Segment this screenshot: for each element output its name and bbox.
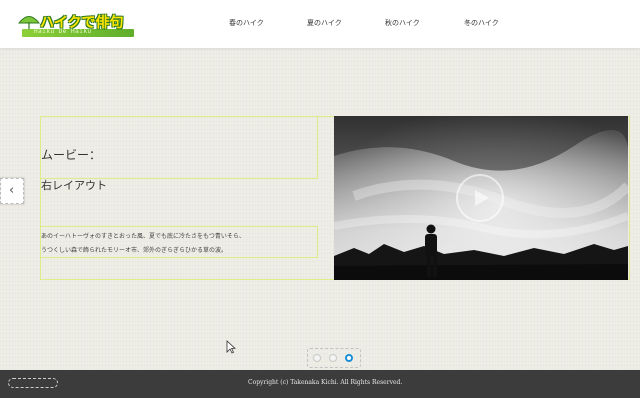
main-nav: 春のハイク 夏のハイク 秋のハイク 冬のハイク xyxy=(210,18,530,32)
footer-pill-button[interactable] xyxy=(8,378,58,388)
nav-item-winter[interactable]: 冬のハイク xyxy=(464,18,499,28)
slide-subtitle: 右レイアウト xyxy=(41,179,107,192)
play-button[interactable] xyxy=(456,174,504,222)
carousel-pagination xyxy=(307,348,361,368)
play-icon xyxy=(475,190,489,206)
slide-description-line: うつくしい森で飾られたモリーオ市、郊外のぎらぎらひかる草の波。 xyxy=(41,247,228,254)
nav-item-spring[interactable]: 春のハイク xyxy=(229,18,264,28)
site-footer: Copyright (c) Takenaka Kichi. All Rights… xyxy=(0,370,640,398)
carousel-dot[interactable] xyxy=(313,354,321,362)
carousel-prev-button[interactable]: ‹ xyxy=(0,178,24,204)
site-logo[interactable]: ハイクで俳句 Haiku De Haiku xyxy=(16,10,134,38)
carousel-dot-active[interactable] xyxy=(345,354,353,362)
slide-title: ムービー： xyxy=(41,148,102,162)
copyright-text: Copyright (c) Takenaka Kichi. All Rights… xyxy=(248,379,403,386)
slide-description-line: あのイーハトーヴォのすきとおった風、夏でも底に冷たさをもつ青いそら、 xyxy=(41,233,245,240)
nav-item-autumn[interactable]: 秋のハイク xyxy=(385,18,420,28)
logo-subtitle: Haiku De Haiku xyxy=(34,28,92,35)
nav-item-summer[interactable]: 夏のハイク xyxy=(307,18,342,28)
carousel-dot[interactable] xyxy=(329,354,337,362)
site-header: ハイクで俳句 Haiku De Haiku 春のハイク 夏のハイク 秋のハイク … xyxy=(0,0,640,48)
chevron-left-icon: ‹ xyxy=(9,183,15,198)
mouse-cursor-icon xyxy=(226,340,236,354)
